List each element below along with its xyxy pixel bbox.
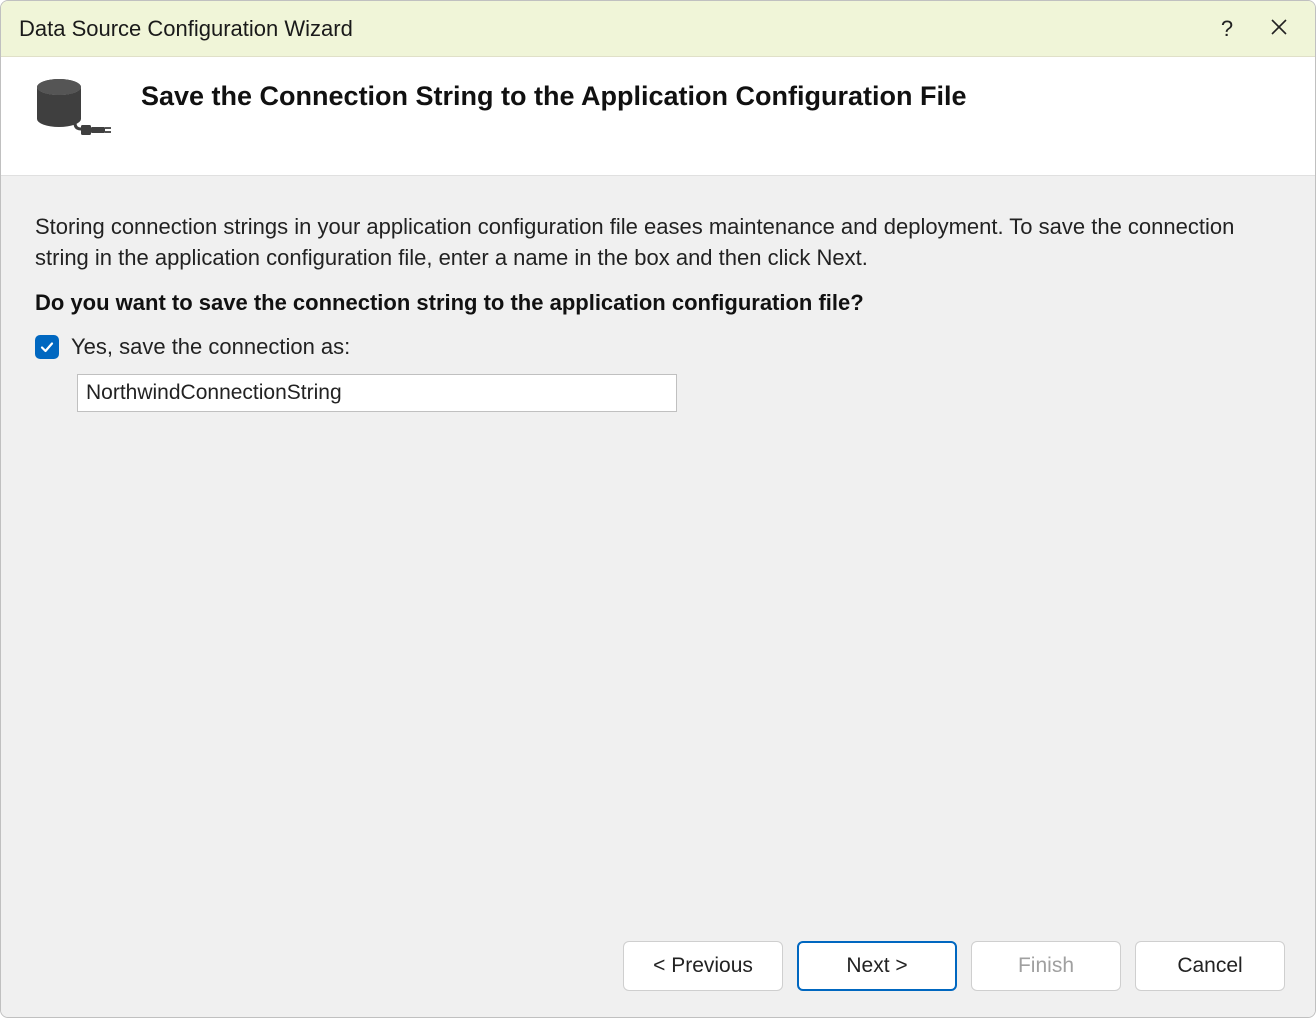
checkmark-icon: [39, 339, 55, 355]
wizard-window: Data Source Configuration Wizard ?: [0, 0, 1316, 1018]
wizard-footer: < Previous Next > Finish Cancel: [1, 925, 1315, 1017]
save-connection-row: Yes, save the connection as:: [35, 334, 1281, 360]
database-plug-icon: [31, 77, 111, 147]
save-connection-label: Yes, save the connection as:: [71, 334, 350, 360]
connection-name-input[interactable]: [77, 374, 677, 412]
question-text: Do you want to save the connection strin…: [35, 290, 1281, 316]
connection-name-wrap: [35, 374, 1281, 412]
wizard-content: Storing connection strings in your appli…: [1, 176, 1315, 925]
previous-button[interactable]: < Previous: [623, 941, 783, 991]
wizard-header: Save the Connection String to the Applic…: [1, 57, 1315, 176]
close-button[interactable]: [1253, 1, 1305, 57]
cancel-button[interactable]: Cancel: [1135, 941, 1285, 991]
page-title: Save the Connection String to the Applic…: [141, 77, 967, 112]
save-connection-checkbox[interactable]: [35, 335, 59, 359]
description-text: Storing connection strings in your appli…: [35, 212, 1281, 274]
help-button[interactable]: ?: [1201, 1, 1253, 57]
titlebar: Data Source Configuration Wizard ?: [1, 1, 1315, 57]
help-icon: ?: [1221, 16, 1233, 42]
close-icon: [1270, 16, 1288, 42]
window-title: Data Source Configuration Wizard: [19, 16, 1201, 42]
next-button[interactable]: Next >: [797, 941, 957, 991]
finish-button: Finish: [971, 941, 1121, 991]
